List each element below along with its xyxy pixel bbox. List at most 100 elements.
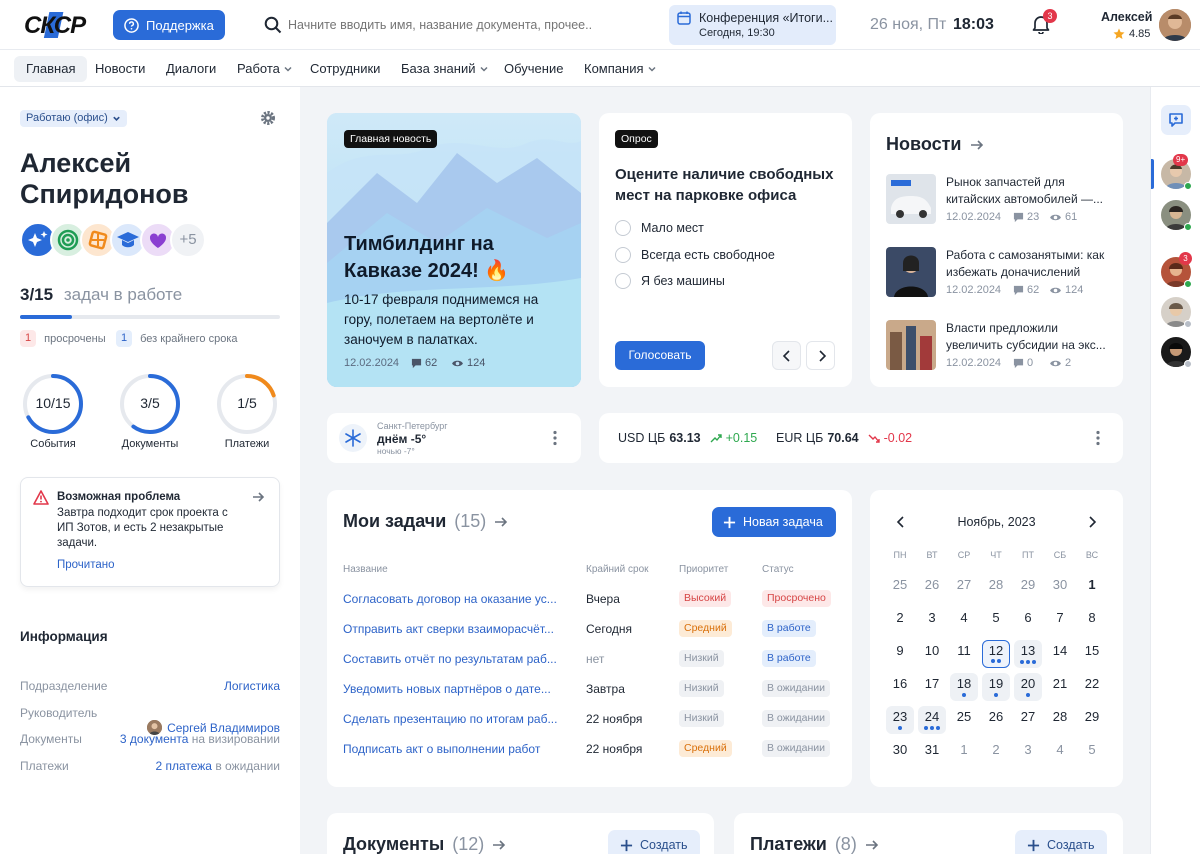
calendar-day[interactable]: 15 [1078,640,1106,668]
notifications-button[interactable]: 3 [1032,9,1057,36]
hero-news-card[interactable]: Главная новость Тимбилдинг на Кавказе 20… [327,113,581,387]
documents-title-link[interactable]: Документы (12) [343,834,506,854]
new-task-button[interactable]: Новая задача [712,507,836,537]
chat-contact[interactable] [1161,200,1192,231]
task-name[interactable]: Отправить акт сверки взаиморасчёт... [343,622,554,636]
task-name[interactable]: Подписать акт о выполнении работ [343,742,540,756]
news-item[interactable]: Работа с самозанятыми: как избежать дона… [886,247,1116,301]
gear-icon[interactable] [260,110,276,126]
new-chat-button[interactable] [1161,105,1191,135]
task-name[interactable]: Согласовать договор на оказание ус... [343,592,557,606]
more-badges[interactable]: +5 [170,222,206,258]
task-row[interactable]: Отправить акт сверки взаиморасчёт... Сего… [343,614,837,644]
calendar-day[interactable]: 23 [886,706,914,734]
vote-button[interactable]: Голосовать [615,341,705,370]
calendar-next-button[interactable] [1087,516,1097,528]
calendar-day[interactable]: 5 [1078,739,1106,767]
task-row[interactable]: Подписать акт о выполнении работ 22 ноябр… [343,734,837,764]
calendar-day[interactable]: 30 [886,739,914,767]
nodeadline-filter[interactable]: 1 без крайнего срока [116,330,238,347]
calendar-day[interactable]: 22 [1078,673,1106,701]
calendar-day[interactable]: 18 [950,673,978,701]
calendar-day[interactable]: 29 [1078,706,1106,734]
calendar-day[interactable]: 4 [1046,739,1074,767]
calendar-day[interactable]: 27 [950,574,978,602]
news-title-link[interactable]: Новости [886,134,984,155]
chat-contact[interactable]: 3 [1161,252,1192,288]
info-department-value[interactable]: Логистика [224,679,280,693]
events-ring[interactable]: 10/15 События [21,372,85,452]
calendar-day[interactable]: 31 [918,739,946,767]
calendar-day[interactable]: 2 [982,739,1010,767]
task-name[interactable]: Сделать презентацию по итогам раб... [343,712,557,726]
work-status-select[interactable]: Работаю (офис) [20,110,127,127]
info-payments-link[interactable]: 2 платежа в ожидании [155,759,280,773]
nav-employees[interactable]: Сотрудники [298,56,392,82]
calendar-day[interactable]: 19 [982,673,1010,701]
alert-mark-read-link[interactable]: Прочитано [57,559,115,571]
task-row[interactable]: Составить отчёт по результатам раб... нет… [343,644,837,674]
search-icon[interactable] [264,16,282,34]
calendar-day[interactable]: 25 [950,706,978,734]
tasks-summary[interactable]: 3/15 задач в работе [20,285,182,305]
nav-news[interactable]: Новости [83,56,157,82]
calendar-day[interactable]: 6 [1014,607,1042,635]
poll-prev-button[interactable] [772,341,801,370]
calendar-day[interactable]: 13 [1014,640,1042,668]
payments-ring[interactable]: 1/5 Платежи [215,372,279,452]
poll-next-button[interactable] [806,341,835,370]
calendar-day[interactable]: 17 [918,673,946,701]
calendar-day[interactable]: 29 [1014,574,1042,602]
calendar-day[interactable]: 25 [886,574,914,602]
calendar-day[interactable]: 28 [1046,706,1074,734]
task-name[interactable]: Составить отчёт по результатам раб... [343,652,557,666]
user-avatar[interactable] [1159,9,1191,41]
nav-knowledge[interactable]: База знаний [389,56,501,82]
calendar-day[interactable]: 21 [1046,673,1074,701]
calendar-day[interactable]: 9 [886,640,914,668]
calendar-day[interactable]: 16 [886,673,914,701]
arrow-right-icon[interactable] [251,490,265,504]
poll-option[interactable]: Всегда есть свободное [615,247,775,263]
poll-option[interactable]: Я без машины [615,273,725,289]
calendar-day[interactable]: 4 [950,607,978,635]
calendar-day[interactable]: 3 [1014,739,1042,767]
calendar-day[interactable]: 7 [1046,607,1074,635]
create-document-button[interactable]: Создать [608,830,700,854]
user-name[interactable]: Алексей [1101,10,1152,24]
chat-contact[interactable] [1161,337,1192,368]
nav-work[interactable]: Работа [225,56,305,82]
chat-contact[interactable] [1161,297,1192,328]
calendar-day[interactable]: 3 [918,607,946,635]
calendar-day[interactable]: 2 [886,607,914,635]
calendar-day[interactable]: 5 [982,607,1010,635]
documents-ring[interactable]: 3/5 Документы [118,372,182,452]
payments-title-link[interactable]: Платежи (8) [750,834,879,854]
calendar-day[interactable]: 28 [982,574,1010,602]
create-payment-button[interactable]: Создать [1015,830,1107,854]
calendar-day[interactable]: 26 [982,706,1010,734]
calendar-day[interactable]: 30 [1046,574,1074,602]
event-chip[interactable]: Конференция «Итоги... Сегодня, 19:30 [669,5,836,45]
more-vertical-icon[interactable] [1096,430,1100,446]
news-item[interactable]: Рынок запчастей для китайских автомобиле… [886,174,1116,228]
calendar-day[interactable]: 26 [918,574,946,602]
task-row[interactable]: Согласовать договор на оказание ус... Вче… [343,584,837,614]
info-documents-link[interactable]: 3 документа на визировании [120,732,280,746]
poll-option[interactable]: Мало мест [615,220,704,236]
logo[interactable]: СКСР [22,9,86,41]
search-input[interactable] [288,14,593,36]
radio-button[interactable] [615,220,631,236]
calendar-day[interactable]: 24 [918,706,946,734]
calendar-day[interactable]: 12 [982,640,1010,668]
calendar-day[interactable]: 20 [1014,673,1042,701]
overdue-filter[interactable]: 1 просрочены [20,330,106,347]
more-vertical-icon[interactable] [553,430,557,446]
radio-button[interactable] [615,247,631,263]
calendar-day[interactable]: 11 [950,640,978,668]
nav-learning[interactable]: Обучение [492,56,575,82]
nav-company[interactable]: Компания [572,56,669,82]
chat-contact[interactable]: 9+ [1161,154,1192,190]
calendar-day[interactable]: 1 [950,739,978,767]
tasks-title-link[interactable]: Мои задачи (15) [343,511,508,532]
